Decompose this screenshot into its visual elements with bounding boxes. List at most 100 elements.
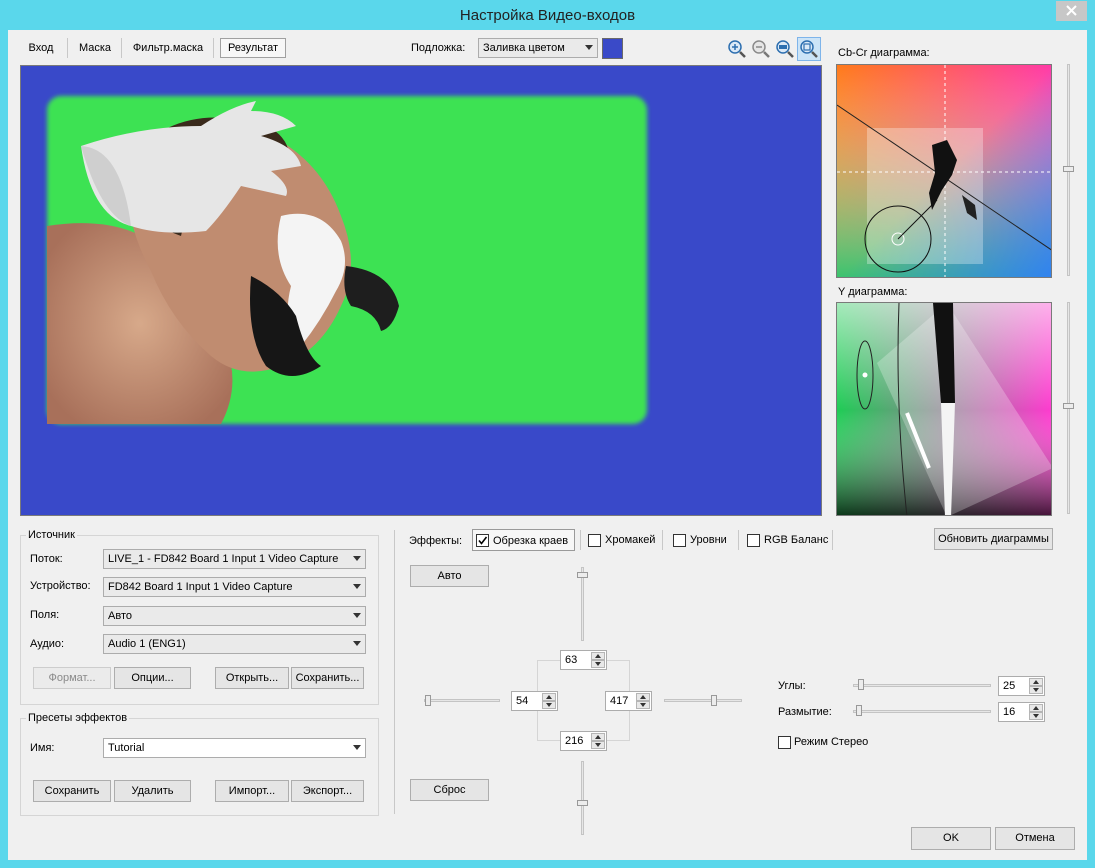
spin-up-icon[interactable]: [591, 733, 605, 741]
spin-down-icon[interactable]: [542, 701, 556, 709]
audio-select[interactable]: Audio 1 (ENG1): [103, 634, 366, 654]
options-button[interactable]: Опции...: [114, 667, 191, 689]
background-select[interactable]: Заливка цветом: [478, 38, 598, 58]
stereo-mode-checkbox[interactable]: [778, 736, 791, 749]
effect-separator: [738, 530, 739, 550]
preset-name-value: Tutorial: [108, 742, 145, 754]
top-crop-slider-thumb[interactable]: [577, 572, 588, 578]
title-bar[interactable]: Настройка Видео-входов: [0, 0, 1095, 30]
y-slider-thumb[interactable]: [1063, 403, 1074, 409]
corners-value: 25: [1003, 680, 1016, 692]
spin-down-icon[interactable]: [636, 701, 650, 709]
preset-name-select[interactable]: Tutorial: [103, 738, 366, 758]
left-crop-slider-track[interactable]: [424, 699, 500, 702]
zoom-out-button[interactable]: [751, 39, 771, 59]
y-diagram-canvas: [837, 303, 1051, 515]
ok-button[interactable]: OK: [911, 827, 991, 850]
blur-slider-thumb[interactable]: [856, 705, 862, 716]
import-preset-button[interactable]: Импорт...: [215, 780, 289, 802]
blur-slider-track[interactable]: [853, 710, 991, 713]
window-title: Настройка Видео-входов: [459, 7, 636, 24]
spin-up-icon[interactable]: [1029, 678, 1043, 686]
effect-chroma-checkbox[interactable]: [588, 534, 601, 547]
y-diagram[interactable]: [836, 302, 1052, 516]
top-crop-value: 63: [565, 654, 578, 666]
spin-up-icon[interactable]: [1029, 704, 1043, 712]
zoom-100-icon: [776, 40, 794, 58]
right-crop-spinner[interactable]: 417: [605, 691, 652, 711]
presets-group-title: Пресеты эффектов: [26, 712, 130, 724]
y-title: Y диаграмма:: [838, 286, 908, 298]
spin-up-icon[interactable]: [542, 693, 556, 701]
top-crop-slider-track[interactable]: [581, 567, 584, 641]
checkmark-icon: [478, 536, 488, 545]
fields-select-value: Авто: [108, 610, 132, 622]
close-icon: [1056, 1, 1087, 21]
save-source-button[interactable]: Сохранить...: [291, 667, 364, 689]
audio-label: Аудио:: [30, 638, 65, 650]
device-select[interactable]: FD842 Board 1 Input 1 Video Capture: [103, 577, 366, 597]
spin-down-icon[interactable]: [1029, 686, 1043, 694]
stream-select[interactable]: LIVE_1 - FD842 Board 1 Input 1 Video Cap…: [103, 549, 366, 569]
tab-separator: [67, 38, 68, 58]
blur-spinner[interactable]: 16: [998, 702, 1045, 722]
fields-select[interactable]: Авто: [103, 606, 366, 626]
tab-mask[interactable]: Маска: [74, 38, 116, 58]
stereo-mode-label: Режим Стерео: [794, 736, 869, 748]
cancel-button[interactable]: Отмена: [995, 827, 1075, 850]
zoom-100-button[interactable]: [775, 39, 795, 59]
tab-input[interactable]: Вход: [22, 38, 60, 58]
zoom-out-icon: [752, 40, 770, 58]
left-crop-slider-thumb[interactable]: [425, 695, 431, 706]
format-button[interactable]: Формат...: [33, 667, 111, 689]
tab-separator: [121, 38, 122, 58]
auto-crop-button[interactable]: Авто: [410, 565, 489, 587]
corners-slider-track[interactable]: [853, 684, 991, 687]
effect-separator: [832, 530, 833, 550]
video-preview[interactable]: [20, 65, 822, 516]
effect-crop-checkbox[interactable]: [476, 534, 489, 547]
corners-slider-thumb[interactable]: [858, 679, 864, 690]
effect-rgb-checkbox[interactable]: [747, 534, 760, 547]
top-crop-spinner[interactable]: 63: [560, 650, 607, 670]
cbcr-slider-thumb[interactable]: [1063, 166, 1074, 172]
close-button[interactable]: [1056, 1, 1087, 21]
left-crop-spinner[interactable]: 54: [511, 691, 558, 711]
save-preset-button[interactable]: Сохранить: [33, 780, 111, 802]
cbcr-diagram[interactable]: [836, 64, 1052, 278]
right-crop-slider-thumb[interactable]: [711, 695, 717, 706]
chevron-down-icon: [585, 45, 593, 50]
spin-down-icon[interactable]: [1029, 712, 1043, 720]
preset-name-label: Имя:: [30, 742, 55, 754]
export-preset-button[interactable]: Экспорт...: [291, 780, 364, 802]
bottom-crop-slider-track[interactable]: [581, 761, 584, 835]
cbcr-title: Cb-Cr диаграмма:: [838, 47, 930, 59]
effect-rgb-label: RGB Баланс: [764, 534, 829, 546]
spin-up-icon[interactable]: [636, 693, 650, 701]
delete-preset-button[interactable]: Удалить: [114, 780, 191, 802]
corners-spinner[interactable]: 25: [998, 676, 1045, 696]
chevron-down-icon: [353, 584, 361, 589]
right-crop-slider-track[interactable]: [664, 699, 742, 702]
background-color-swatch[interactable]: [602, 38, 623, 59]
zoom-in-button[interactable]: [727, 39, 747, 59]
spin-down-icon[interactable]: [591, 660, 605, 668]
effect-chroma-label: Хромакей: [605, 534, 656, 546]
zoom-fit-icon: [800, 40, 818, 58]
zoom-fit-button[interactable]: [797, 37, 821, 61]
chevron-down-icon: [353, 556, 361, 561]
tab-filter-mask[interactable]: Фильтр.маска: [128, 38, 208, 58]
tab-result[interactable]: Результат: [220, 38, 286, 58]
fields-label: Поля:: [30, 609, 60, 621]
bottom-crop-spinner[interactable]: 216: [560, 731, 607, 751]
corners-label: Углы:: [778, 680, 806, 692]
reset-crop-button[interactable]: Сброс: [410, 779, 489, 801]
chevron-down-icon: [353, 641, 361, 646]
refresh-diagrams-button[interactable]: Обновить диаграммы: [934, 528, 1053, 550]
spin-down-icon[interactable]: [591, 741, 605, 749]
spin-up-icon[interactable]: [591, 652, 605, 660]
right-crop-value: 417: [610, 695, 629, 707]
effect-levels-checkbox[interactable]: [673, 534, 686, 547]
open-button[interactable]: Открыть...: [215, 667, 289, 689]
bottom-crop-slider-thumb[interactable]: [577, 800, 588, 806]
